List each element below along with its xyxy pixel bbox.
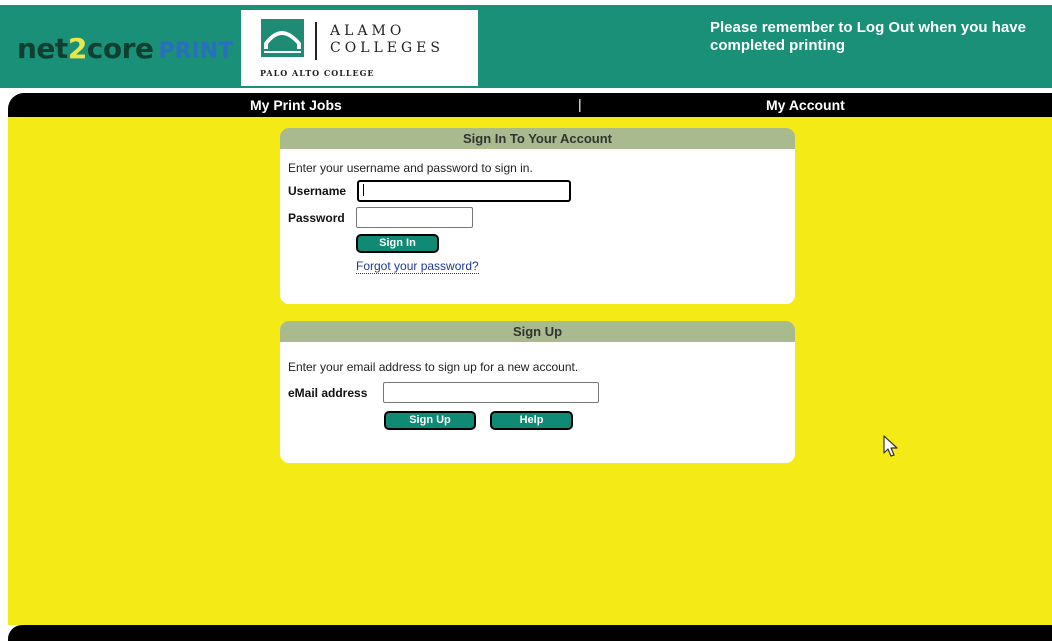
header-banner: net2core PRINT ALAMO COLLEGES PALO ALTO C… xyxy=(0,5,1052,88)
signup-instructions: Enter your email address to sign up for … xyxy=(288,360,579,374)
logout-notice: Please remember to Log Out when you have… xyxy=(710,19,1026,54)
college-name-line1: ALAMO xyxy=(330,23,406,39)
help-button[interactable]: Help xyxy=(490,411,573,430)
campus-name: PALO ALTO COLLEGE xyxy=(260,68,375,78)
forgot-password-link[interactable]: Forgot your password? xyxy=(356,259,479,274)
signin-panel: Sign In To Your Account Enter your usern… xyxy=(280,128,795,304)
email-input[interactable] xyxy=(383,382,599,403)
logo-core-text: core xyxy=(86,32,154,65)
signin-title: Sign In To Your Account xyxy=(280,128,795,149)
signup-title: Sign Up xyxy=(280,321,795,342)
email-label: eMail address xyxy=(288,386,368,400)
logo-print-text: PRINT xyxy=(158,39,234,64)
college-logo: ALAMO COLLEGES PALO ALTO COLLEGE xyxy=(241,10,478,86)
username-label: Username xyxy=(288,184,347,198)
nav-my-account[interactable]: My Account xyxy=(766,97,845,113)
logo-two-text: 2 xyxy=(67,32,87,65)
college-emblem-icon xyxy=(261,19,304,57)
nav-bar: My Print Jobs | My Account xyxy=(8,93,1052,117)
mouse-pointer-icon xyxy=(883,435,898,457)
password-input[interactable] xyxy=(356,207,473,228)
text-caret xyxy=(363,184,364,196)
college-divider xyxy=(315,22,317,60)
signin-instructions: Enter your username and password to sign… xyxy=(288,161,533,175)
logo-net-text: net xyxy=(17,32,68,65)
nav-separator: | xyxy=(578,96,582,112)
password-label: Password xyxy=(288,211,345,225)
footer-bar xyxy=(8,625,1052,641)
college-name: ALAMO COLLEGES xyxy=(330,23,444,57)
signup-button[interactable]: Sign Up xyxy=(384,411,476,430)
nav-my-print-jobs[interactable]: My Print Jobs xyxy=(250,97,342,113)
signin-button[interactable]: Sign In xyxy=(356,234,439,253)
netcore-print-logo: net2core PRINT xyxy=(17,35,233,63)
signup-panel: Sign Up Enter your email address to sign… xyxy=(280,321,795,463)
username-input[interactable] xyxy=(357,180,571,202)
college-name-line2: COLLEGES xyxy=(330,40,444,56)
